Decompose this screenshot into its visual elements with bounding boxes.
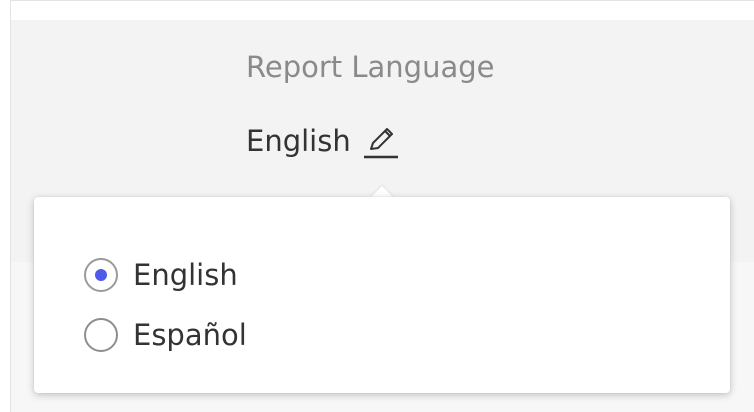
top-strip: [10, 0, 754, 20]
radio-espanol[interactable]: [84, 318, 118, 352]
pencil-icon: [363, 128, 398, 159]
report-language-label: Report Language: [246, 50, 495, 84]
report-language-value: English: [246, 124, 351, 158]
language-dropdown-popover: English Español: [34, 197, 730, 393]
radio-selected-dot: [95, 269, 107, 281]
report-language-value-row: English: [246, 121, 401, 161]
radio-english[interactable]: [84, 258, 118, 292]
language-options: English Español: [84, 245, 247, 365]
language-option-label: English: [133, 258, 238, 292]
language-option-english[interactable]: English: [84, 245, 247, 305]
edit-language-button[interactable]: [361, 121, 401, 161]
language-option-label: Español: [133, 318, 247, 352]
report-language-setting-view: Report Language English English Español: [0, 0, 754, 412]
language-option-espanol[interactable]: Español: [84, 305, 247, 365]
